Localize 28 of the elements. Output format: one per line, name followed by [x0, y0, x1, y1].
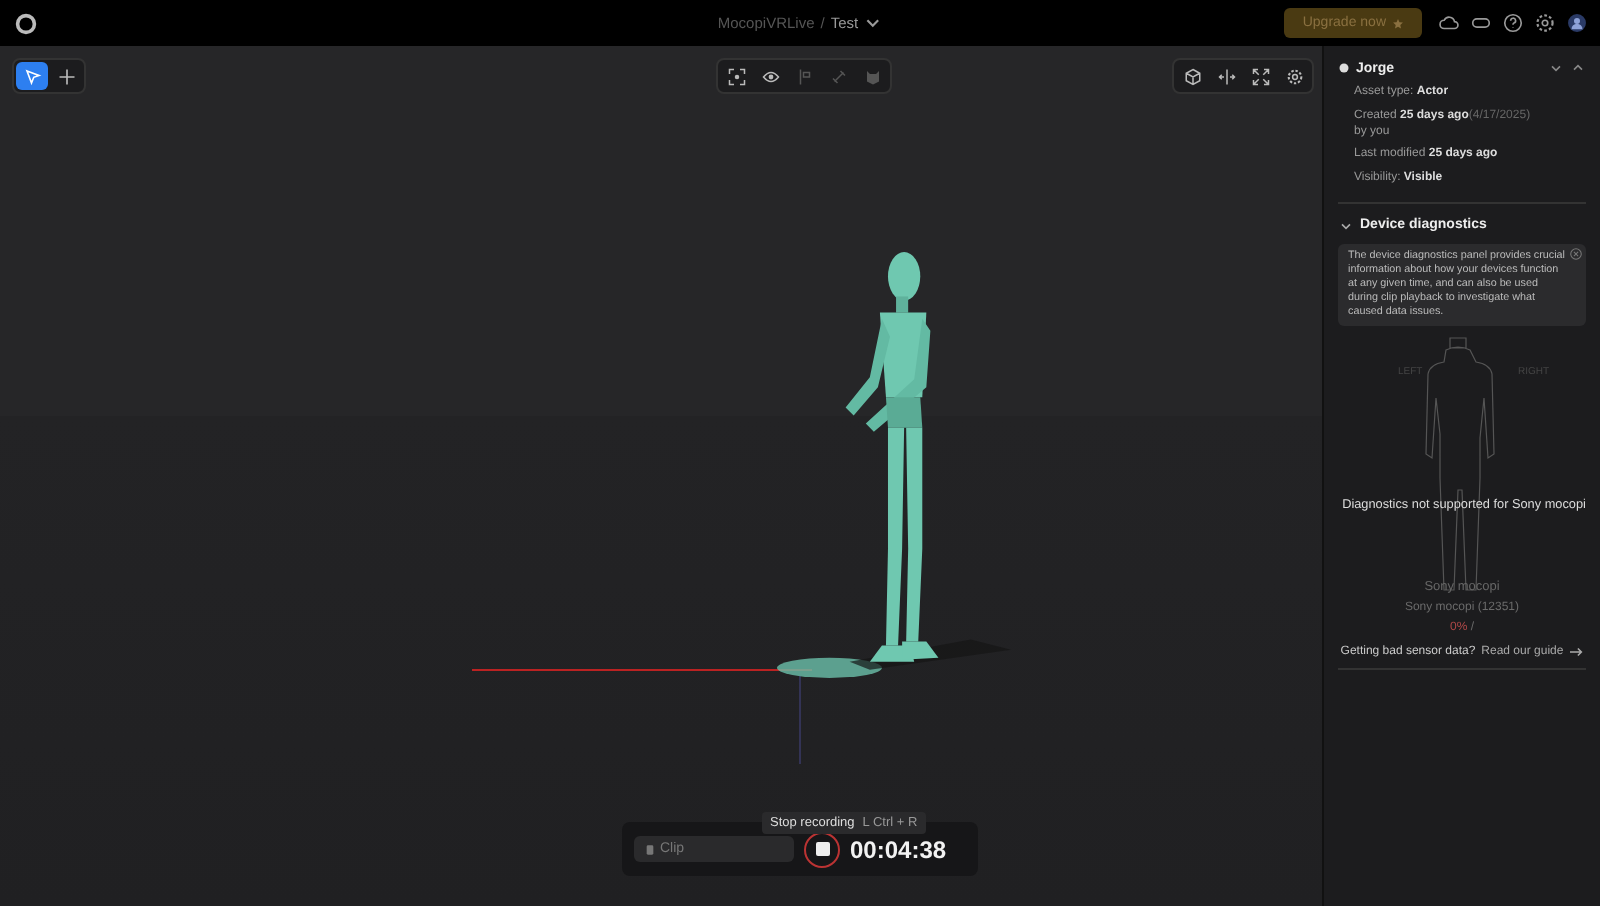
flag-icon	[795, 67, 813, 85]
expand-icon	[1251, 67, 1269, 85]
cube-icon	[1183, 67, 1201, 85]
z-axis-line	[796, 676, 804, 764]
clip-icon	[646, 843, 654, 855]
logo-icon[interactable]	[14, 11, 38, 35]
actor-icon	[1338, 62, 1350, 74]
help-icon[interactable]	[1502, 12, 1524, 34]
star-icon	[1392, 17, 1404, 29]
chevron-down-icon[interactable]	[1548, 60, 1564, 76]
select-tool-button[interactable]	[16, 62, 48, 90]
close-icon[interactable]	[1570, 247, 1582, 260]
mask-icon	[863, 67, 881, 85]
cloud-icon[interactable]	[1438, 12, 1460, 34]
recording-timer: 00:04:38	[850, 835, 947, 863]
settings-icon[interactable]	[1534, 12, 1556, 34]
cursor-icon	[23, 67, 41, 85]
chevron-down-icon[interactable]	[864, 14, 883, 32]
focus-frame-icon	[727, 67, 745, 85]
arrow-right-icon	[1569, 646, 1584, 659]
headset-icon[interactable]	[1470, 12, 1492, 34]
eye-icon	[761, 67, 779, 85]
avatar-icon[interactable]	[1566, 12, 1588, 34]
chevron-up-icon[interactable]	[1570, 60, 1586, 76]
settings-icon	[1285, 67, 1303, 85]
link-icon	[829, 67, 847, 85]
mirror-arrows-icon	[1217, 67, 1235, 85]
crosshair-icon	[57, 67, 75, 85]
